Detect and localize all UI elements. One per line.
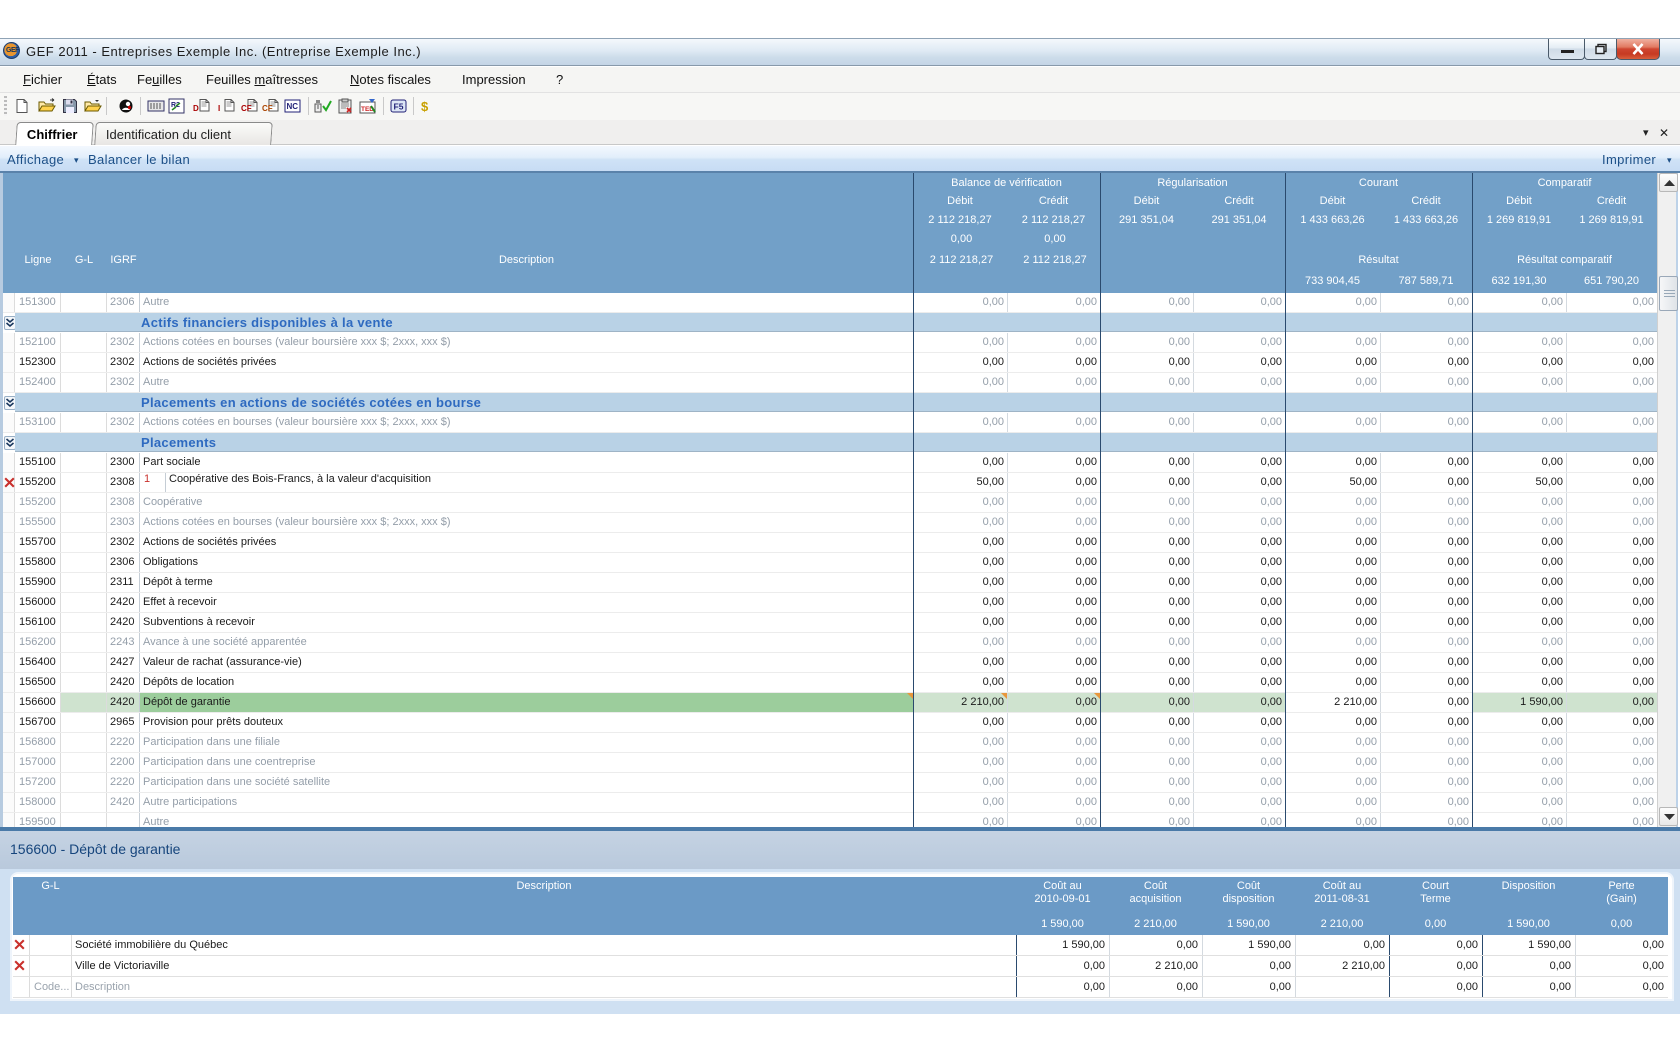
- svg-text:CF: CF: [241, 104, 252, 113]
- svg-text:D: D: [193, 104, 199, 113]
- svg-text:CF: CF: [262, 104, 273, 113]
- svg-text:NC: NC: [287, 102, 299, 111]
- svg-text:$: $: [421, 99, 429, 114]
- svg-text:F5: F5: [394, 102, 404, 112]
- svg-text:I: I: [218, 104, 220, 113]
